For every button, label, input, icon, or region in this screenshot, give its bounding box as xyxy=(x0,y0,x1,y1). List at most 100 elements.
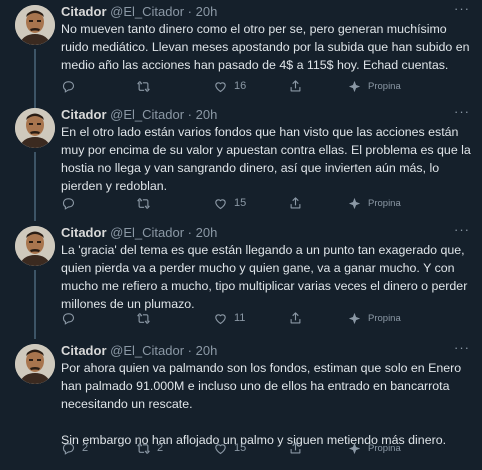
tip-icon xyxy=(348,80,361,92)
tweet-text: En el otro lado están varios fondos que … xyxy=(61,125,475,193)
heart-icon xyxy=(215,81,226,92)
like-button[interactable]: 15 xyxy=(213,194,246,212)
separator: · xyxy=(187,225,192,240)
tweet-header: Citador @El_Citador · 20h xyxy=(61,107,217,123)
timestamp[interactable]: 20h xyxy=(196,4,218,19)
avatar[interactable] xyxy=(15,344,55,384)
tweet-2[interactable]: Citador @El_Citador · 20h ··· En el otro… xyxy=(0,103,482,221)
retweet-icon xyxy=(137,80,150,92)
retweet-icon xyxy=(137,312,150,324)
reply-icon xyxy=(62,442,75,455)
tip-icon xyxy=(348,442,361,454)
more-options-button[interactable]: ··· xyxy=(451,223,473,239)
share-button[interactable] xyxy=(288,77,303,95)
share-button[interactable] xyxy=(288,194,303,212)
like-button[interactable]: 11 xyxy=(213,309,245,327)
like-button[interactable]: 15 xyxy=(213,439,246,457)
retweet-button[interactable] xyxy=(136,77,157,95)
author-handle[interactable]: @El_Citador xyxy=(110,4,184,19)
avatar-image xyxy=(15,5,55,45)
thread-connector xyxy=(34,152,36,221)
retweet-button[interactable] xyxy=(136,194,157,212)
reply-button[interactable] xyxy=(61,77,82,95)
separator: · xyxy=(187,107,192,122)
tweet-3[interactable]: Citador @El_Citador · 20h ··· La 'gracia… xyxy=(0,221,482,339)
share-icon xyxy=(290,311,301,323)
like-count: 11 xyxy=(234,312,246,324)
retweet-button[interactable] xyxy=(136,309,157,327)
reply-button[interactable] xyxy=(61,194,82,212)
reply-button[interactable]: 2 xyxy=(61,439,88,457)
avatar[interactable] xyxy=(15,108,55,148)
tweet-actions: 2 2 15 Propina xyxy=(61,439,471,457)
tweet-text: No mueven tanto dinero como el otro per … xyxy=(61,22,477,72)
thread-connector xyxy=(34,270,36,339)
heart-icon xyxy=(215,313,226,324)
more-options-button[interactable]: ··· xyxy=(451,2,473,18)
timestamp[interactable]: 20h xyxy=(196,225,218,240)
tweet-header: Citador @El_Citador · 20h xyxy=(61,225,217,241)
like-count: 15 xyxy=(234,197,247,209)
share-icon xyxy=(290,441,301,453)
timestamp[interactable]: 20h xyxy=(196,343,218,358)
share-icon xyxy=(290,79,301,91)
tip-label: Propina xyxy=(368,312,401,324)
retweet-button[interactable]: 2 xyxy=(136,439,163,457)
author-handle[interactable]: @El_Citador xyxy=(110,225,184,240)
share-icon xyxy=(290,196,301,208)
author-name[interactable]: Citador xyxy=(61,343,107,358)
separator: · xyxy=(187,4,192,19)
more-dots-icon: ··· xyxy=(454,104,470,119)
tweet-thread: Citador @El_Citador · 20h ··· No mueven … xyxy=(0,0,482,470)
tip-button[interactable]: Propina xyxy=(347,439,401,457)
separator: · xyxy=(187,343,192,358)
tip-icon xyxy=(348,197,361,209)
tip-label: Propina xyxy=(368,442,401,454)
more-options-button[interactable]: ··· xyxy=(451,341,473,357)
author-handle[interactable]: @El_Citador xyxy=(110,107,184,122)
tweet-actions: 11 Propina xyxy=(61,309,471,327)
share-button[interactable] xyxy=(288,439,303,457)
avatar[interactable] xyxy=(15,226,55,266)
avatar-image xyxy=(15,108,55,148)
tweet-4[interactable]: Citador @El_Citador · 20h ··· Por ahora … xyxy=(0,339,482,470)
reply-button[interactable] xyxy=(61,309,82,327)
tweet-actions: 15 Propina xyxy=(61,194,471,212)
thread-connector xyxy=(34,49,36,111)
timestamp[interactable]: 20h xyxy=(196,107,218,122)
like-count: 15 xyxy=(234,442,247,454)
author-handle[interactable]: @El_Citador xyxy=(110,343,184,358)
author-name[interactable]: Citador xyxy=(61,225,107,240)
share-button[interactable] xyxy=(288,309,303,327)
heart-icon xyxy=(215,443,226,454)
tip-icon xyxy=(348,312,361,324)
reply-count: 2 xyxy=(82,442,89,454)
tip-button[interactable]: Propina xyxy=(347,194,401,212)
tip-label: Propina xyxy=(368,80,401,92)
avatar-image xyxy=(15,226,55,266)
more-options-button[interactable]: ··· xyxy=(451,105,473,121)
tweet-text: Por ahora quien va palmando son los fond… xyxy=(61,361,462,447)
author-name[interactable]: Citador xyxy=(61,107,107,122)
reply-icon xyxy=(62,312,75,325)
more-dots-icon: ··· xyxy=(454,1,470,16)
reply-icon xyxy=(62,197,75,210)
like-count: 16 xyxy=(234,80,247,92)
tweet-1[interactable]: Citador @El_Citador · 20h ··· No mueven … xyxy=(0,0,482,111)
tip-button[interactable]: Propina xyxy=(347,77,401,95)
heart-icon xyxy=(215,198,226,209)
avatar[interactable] xyxy=(15,5,55,45)
more-dots-icon: ··· xyxy=(454,340,470,355)
tweet-actions: 16 Propina xyxy=(61,77,471,95)
avatar-image xyxy=(15,344,55,384)
tweet-header: Citador @El_Citador · 20h xyxy=(61,343,217,359)
like-button[interactable]: 16 xyxy=(213,77,246,95)
more-dots-icon: ··· xyxy=(454,222,470,237)
tip-label: Propina xyxy=(368,197,401,209)
tweet-text: La 'gracia' del tema es que están llegan… xyxy=(61,243,471,311)
author-name[interactable]: Citador xyxy=(61,4,107,19)
retweet-icon xyxy=(137,442,150,454)
retweet-icon xyxy=(137,197,150,209)
tip-button[interactable]: Propina xyxy=(347,309,401,327)
retweet-count: 2 xyxy=(157,442,164,454)
